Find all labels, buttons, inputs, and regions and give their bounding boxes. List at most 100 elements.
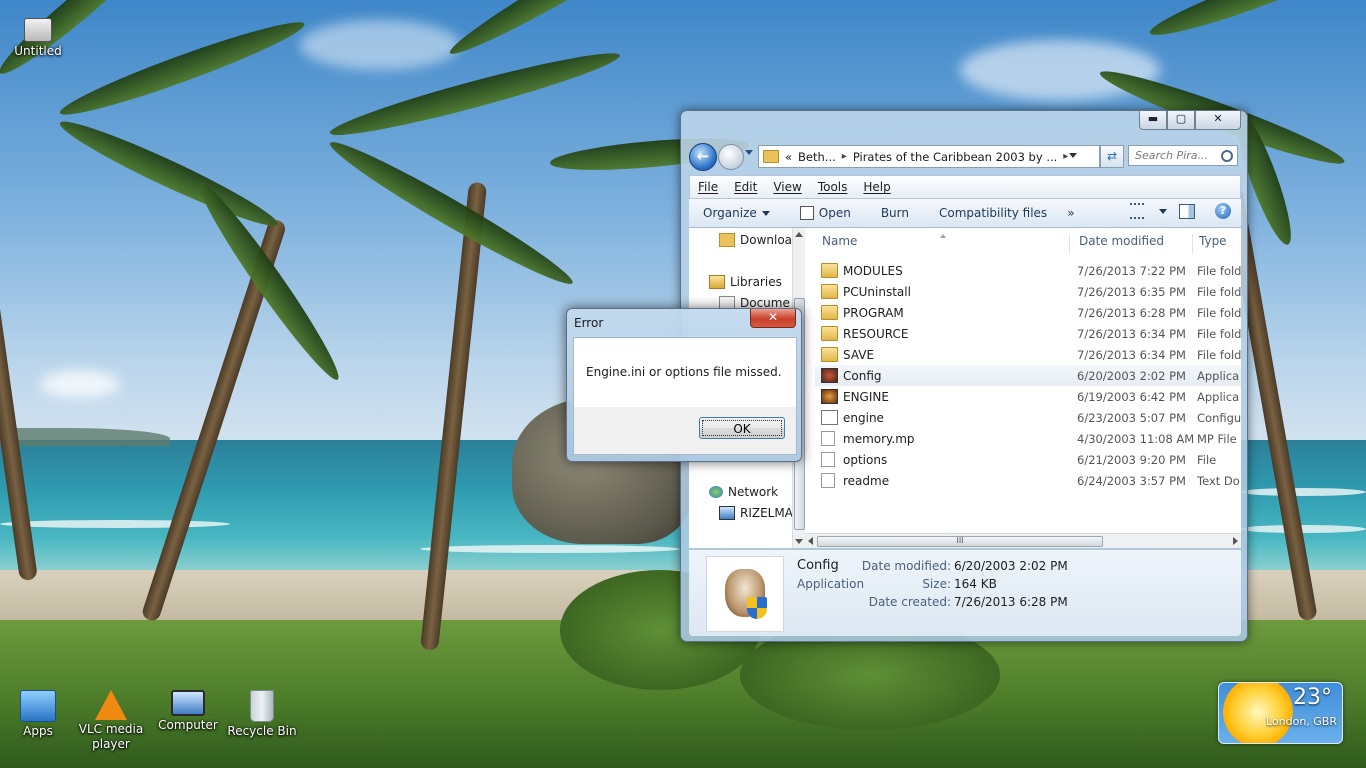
palm-frond [189, 175, 349, 388]
command-bar: Organize Open Burn Compatibility files »… [689, 199, 1241, 228]
folder-icon [719, 233, 735, 247]
window-controls: ▬ ▢ ✕ [1139, 111, 1241, 130]
menu-help[interactable]: Help [863, 180, 890, 194]
address-dropdown-icon[interactable] [1069, 153, 1077, 158]
view-options-icon[interactable] [1130, 203, 1144, 219]
file-name: options [843, 453, 888, 467]
nav-item-downloads[interactable]: Downloa [719, 233, 792, 247]
file-date-modified: 7/26/2013 6:28 PM [1077, 306, 1186, 320]
desktop-icon-untitled[interactable]: Untitled [0, 18, 76, 59]
dialog-footer: OK [573, 407, 797, 455]
desktop-icon-label: Apps [23, 724, 53, 738]
search-input[interactable]: Search Pira... [1128, 145, 1238, 166]
desktop-icon-recycle-bin[interactable]: Recycle Bin [224, 690, 300, 739]
open-button[interactable]: Open [799, 206, 851, 220]
folder-icon [821, 347, 838, 362]
dialog-close-button[interactable]: ✕ [750, 309, 796, 328]
breadcrumb-item[interactable]: Pirates of the Caribbean 2003 by ... [853, 150, 1057, 164]
file-row[interactable]: readme 6/24/2003 3:57 PM Text Do [815, 470, 1241, 491]
search-icon[interactable] [1221, 150, 1233, 162]
help-icon[interactable]: ? [1215, 203, 1231, 219]
file-row[interactable]: MODULES 7/26/2013 7:22 PM File fold [815, 260, 1241, 281]
headland [0, 428, 170, 446]
file-row[interactable]: PCUninstall 7/26/2013 6:35 PM File fold [815, 281, 1241, 302]
uac-shield-icon [747, 597, 767, 619]
folder-icon [821, 284, 838, 299]
palm-frond [1145, 0, 1362, 46]
menu-view[interactable]: View [773, 180, 801, 194]
file-type: Configu [1197, 411, 1241, 425]
desktop-icon-computer[interactable]: Computer [150, 690, 226, 733]
file-row[interactable]: PROGRAM 7/26/2013 6:28 PM File fold [815, 302, 1241, 323]
desktop-icon-vlc[interactable]: VLC media player [73, 690, 149, 752]
column-header-date[interactable]: Date modified [1079, 234, 1164, 248]
file-name: readme [843, 474, 890, 488]
organize-button[interactable]: Organize [703, 206, 770, 220]
scroll-up-icon[interactable] [795, 232, 803, 237]
maximize-button[interactable]: ▢ [1167, 111, 1195, 130]
recycle-bin-icon [250, 690, 274, 722]
vlc-cone-icon [95, 690, 127, 720]
weather-gadget[interactable]: 23° London, GBR [1218, 682, 1343, 744]
file-type: File fold [1197, 285, 1241, 299]
breadcrumb-item[interactable]: Beth... [798, 150, 836, 164]
open-icon [799, 206, 814, 220]
file-row[interactable]: options 6/21/2003 9:20 PM File [815, 449, 1241, 470]
folder-icon [821, 263, 838, 278]
close-button[interactable]: ✕ [1195, 111, 1241, 130]
column-header-name[interactable]: Name [822, 234, 857, 248]
weather-temperature: 23° [1293, 685, 1332, 710]
organize-label: Organize [703, 206, 757, 220]
scroll-thumb[interactable]: III [817, 536, 1103, 547]
sort-arrow-icon [940, 234, 946, 238]
menu-file[interactable]: File [698, 180, 718, 194]
application-icon [821, 368, 838, 383]
file-row[interactable]: engine 6/23/2003 5:07 PM Configu [815, 407, 1241, 428]
details-size-label: Size: [922, 577, 951, 591]
details-date-modified: 6/20/2003 2:02 PM [954, 559, 1068, 573]
more-commands-button[interactable]: » [1067, 206, 1074, 220]
ok-button[interactable]: OK [699, 417, 785, 439]
file-row[interactable]: Config 6/20/2003 2:02 PM Applica [815, 365, 1241, 386]
nav-item-network[interactable]: Network [709, 485, 778, 499]
palm-frond [54, 111, 284, 237]
scroll-left-icon[interactable] [808, 537, 813, 545]
burn-button[interactable]: Burn [881, 206, 909, 220]
nav-item-libraries[interactable]: Libraries [709, 275, 782, 289]
file-row[interactable]: SAVE 7/26/2013 6:34 PM File fold [815, 344, 1241, 365]
back-arrow-icon: ← [696, 147, 710, 165]
application-icon [821, 389, 838, 404]
file-row[interactable]: memory.mp 4/30/2003 11:08 AM MP File [815, 428, 1241, 449]
recent-pages-dropdown[interactable] [745, 150, 753, 155]
column-divider[interactable] [1192, 234, 1193, 254]
folder-icon [821, 305, 838, 320]
column-header-type[interactable]: Type [1199, 234, 1227, 248]
scroll-down-icon[interactable] [795, 539, 803, 544]
desktop-icon-apps[interactable]: Apps [0, 690, 76, 739]
view-dropdown[interactable] [1154, 208, 1167, 214]
column-divider[interactable] [1069, 234, 1070, 254]
details-pane: Config Application Date modified: 6/20/2… [689, 549, 1241, 636]
menu-edit[interactable]: Edit [734, 180, 757, 194]
preview-pane-icon[interactable] [1179, 203, 1195, 219]
breadcrumb-separator[interactable]: ▸ [842, 151, 847, 162]
cloud [40, 370, 120, 398]
forward-button[interactable] [718, 144, 744, 170]
nav-item-rizelma[interactable]: RIZELMA [719, 506, 793, 520]
file-row[interactable]: ENGINE 6/19/2003 6:42 PM Applica [815, 386, 1241, 407]
scroll-right-icon[interactable] [1233, 537, 1238, 545]
computer-icon [171, 690, 205, 716]
file-icon [821, 473, 835, 488]
file-type: Applica [1197, 369, 1240, 383]
file-list-horizontal-scrollbar[interactable]: III [805, 533, 1241, 548]
back-button[interactable]: ← [689, 143, 717, 171]
minimize-button[interactable]: ▬ [1139, 111, 1167, 130]
address-bar[interactable]: « Beth... ▸ Pirates of the Caribbean 200… [758, 145, 1100, 168]
compatibility-files-button[interactable]: Compatibility files [939, 206, 1047, 220]
file-row[interactable]: RESOURCE 7/26/2013 6:34 PM File fold [815, 323, 1241, 344]
breadcrumb-separator[interactable]: ▸ [1063, 151, 1068, 162]
address-overflow[interactable]: « [785, 150, 792, 164]
refresh-button[interactable]: ⇄ [1100, 145, 1124, 168]
menu-tools[interactable]: Tools [818, 180, 848, 194]
libraries-icon [709, 275, 725, 289]
